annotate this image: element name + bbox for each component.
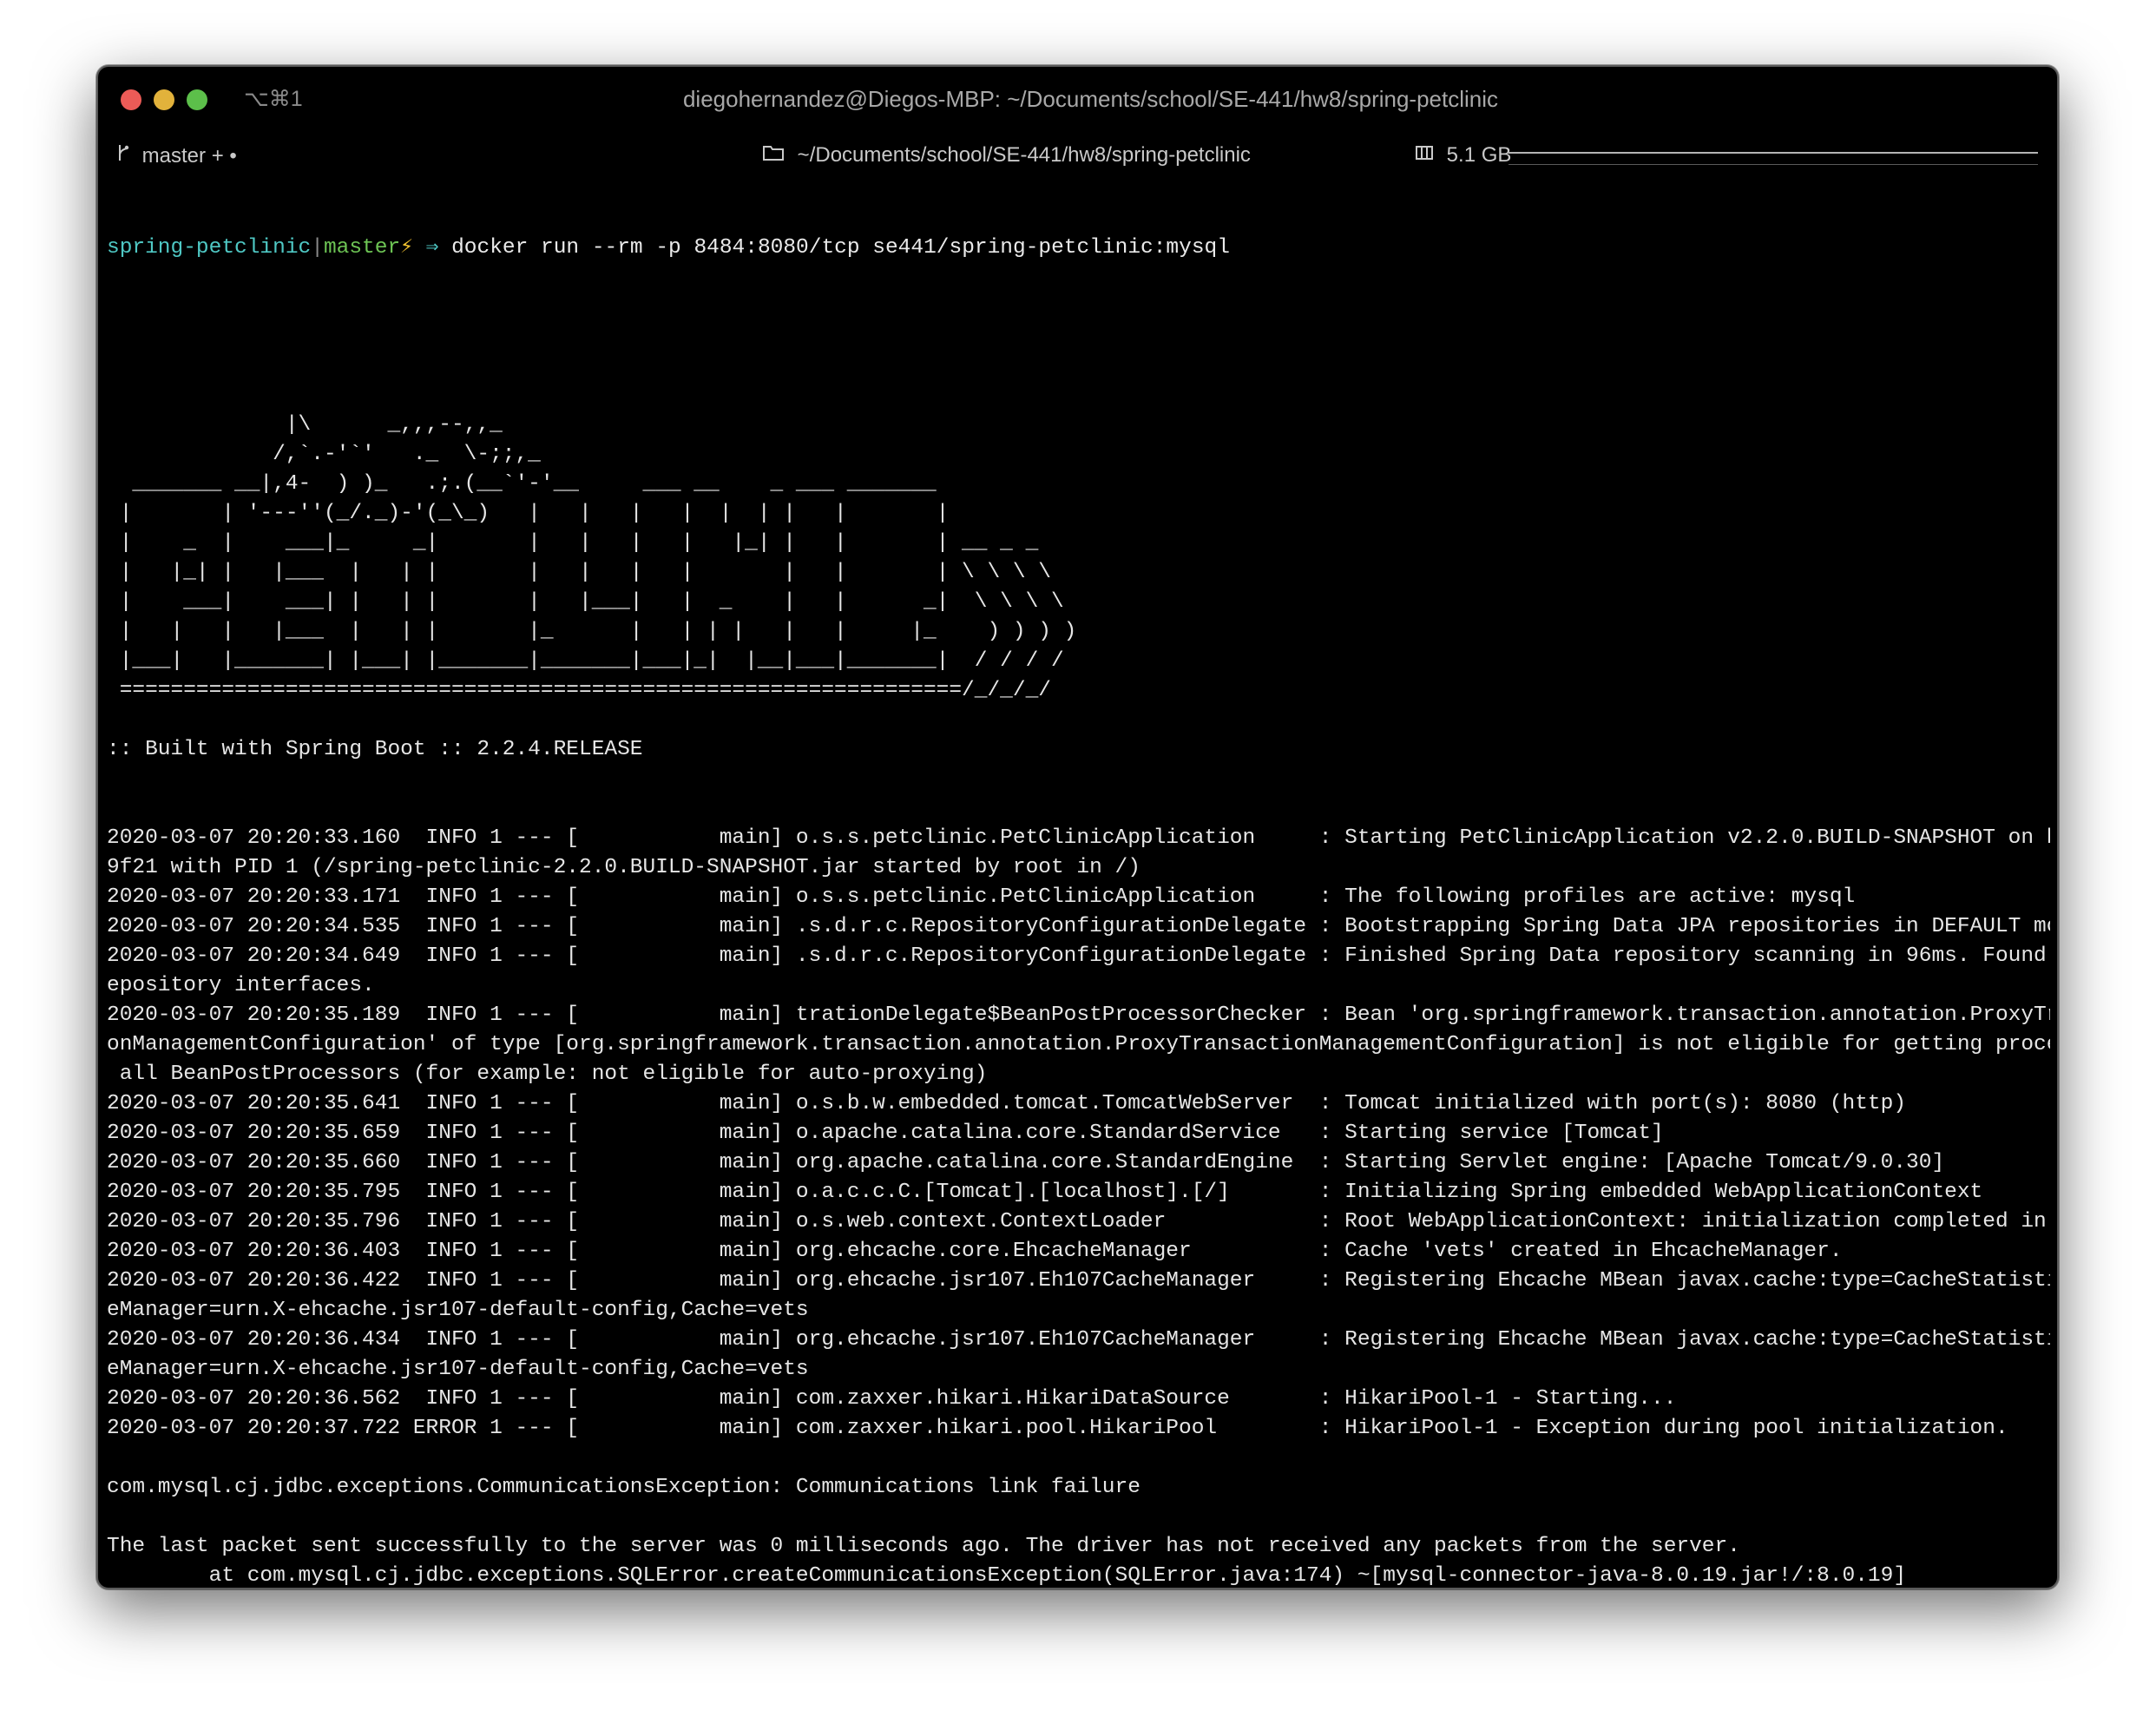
log-line: | | | |___ | | | |_ | | | | | | |_ ) ) )… [107, 620, 1077, 643]
memory-usage-graph [1509, 152, 2038, 165]
prompt-separator: | [311, 236, 324, 260]
window-title: diegohernandez@Diegos-MBP: ~/Documents/s… [682, 86, 1499, 112]
log-line: | ___| ___| | | | | |___| | _ | | _| \ \… [107, 590, 1064, 614]
folder-icon [762, 143, 791, 167]
log-line: 2020-03-07 20:20:36.434 INFO 1 --- [ mai… [107, 1328, 2050, 1352]
title-bar[interactable]: ⌥⌘1 diegohernandez@Diegos-MBP: ~/Documen… [98, 67, 2057, 136]
log-line: 2020-03-07 20:20:37.722 ERROR 1 --- [ ma… [107, 1417, 2008, 1440]
log-line: eManager=urn.X-ehcache.jsr107-default-co… [107, 1299, 809, 1322]
log-line: onManagementConfiguration' of type [org.… [107, 1033, 2050, 1056]
log-line: 2020-03-07 20:20:35.189 INFO 1 --- [ mai… [107, 1003, 2050, 1027]
prompt-branch: master [323, 236, 401, 260]
log-line: |___| |_______| |___| |_______|_______|_… [107, 649, 1064, 673]
log-line: 2020-03-07 20:20:33.171 INFO 1 --- [ mai… [107, 885, 1856, 909]
log-output: |\ _,,,--,,_ /,`.-'`' ._ \-;;,_ _______ … [107, 322, 2050, 1588]
git-branch-icon [117, 144, 135, 168]
log-line: 9f21 with PID 1 (/spring-petclinic-2.2.0… [107, 856, 1140, 879]
prompt-directory: spring-petclinic [107, 236, 312, 260]
current-directory[interactable]: ~/Documents/school/SE-441/hw8/spring-pet… [762, 143, 1251, 168]
log-line: | | '---''(_/._)-'(_\_) | | | | | | | | … [107, 502, 950, 525]
memory-icon [1415, 143, 1440, 167]
log-line: ========================================… [107, 679, 1051, 702]
log-line: 2020-03-07 20:20:36.403 INFO 1 --- [ mai… [107, 1240, 1843, 1263]
memory-usage-label: 5.1 GB [1446, 143, 1512, 167]
log-line: 2020-03-07 20:20:36.422 INFO 1 --- [ mai… [107, 1269, 2050, 1293]
log-line: 2020-03-07 20:20:36.562 INFO 1 --- [ mai… [107, 1387, 1677, 1411]
status-bar: master + • ~/Documents/school/SE-441/hw8… [98, 136, 2057, 174]
git-status[interactable]: master + • [117, 143, 237, 168]
log-line: _______ __|,4- ) )_ .;.(__`'-'__ ___ __ … [107, 472, 937, 496]
log-line: 2020-03-07 20:20:35.659 INFO 1 --- [ mai… [107, 1122, 1664, 1145]
memory-usage[interactable]: 5.1 GB [1415, 143, 1511, 168]
log-line: The last packet sent successfully to the… [107, 1535, 1740, 1558]
command-text: docker run --rm -p 8484:8080/tcp se441/s… [451, 236, 1230, 260]
log-line: |\ _,,,--,,_ [107, 413, 503, 437]
log-line: /,`.-'`' ._ \-;;,_ [107, 443, 541, 466]
log-line: | |_| | |___ | | | | | | | | | | \ \ \ \ [107, 561, 1051, 584]
log-line: 2020-03-07 20:20:33.160 INFO 1 --- [ mai… [107, 826, 2050, 850]
log-line: 2020-03-07 20:20:35.795 INFO 1 --- [ mai… [107, 1181, 1983, 1204]
log-line: :: Built with Spring Boot :: 2.2.4.RELEA… [107, 738, 643, 761]
log-line: 2020-03-07 20:20:35.660 INFO 1 --- [ mai… [107, 1151, 1945, 1174]
command-prompt-line: spring-petclinic|master⚡ ⇒ docker run --… [107, 234, 2050, 263]
log-line: at com.mysql.cj.jdbc.exceptions.SQLError… [107, 1564, 1907, 1588]
current-directory-label: ~/Documents/school/SE-441/hw8/spring-pet… [797, 143, 1251, 167]
git-branch-label: master + • [141, 144, 237, 168]
log-line: eManager=urn.X-ehcache.jsr107-default-co… [107, 1358, 809, 1381]
terminal-window[interactable]: ⌥⌘1 diegohernandez@Diegos-MBP: ~/Documen… [96, 65, 2059, 1589]
prompt-arrow: ⇒ [412, 236, 452, 260]
log-line: com.mysql.cj.jdbc.exceptions.Communicati… [107, 1476, 1140, 1499]
terminal-output[interactable]: spring-petclinic|master⚡ ⇒ docker run --… [107, 174, 2050, 1588]
log-line: 2020-03-07 20:20:35.641 INFO 1 --- [ mai… [107, 1092, 1907, 1115]
log-line: 2020-03-07 20:20:34.649 INFO 1 --- [ mai… [107, 944, 2050, 968]
log-line: 2020-03-07 20:20:34.535 INFO 1 --- [ mai… [107, 915, 2050, 938]
prompt-dirty-icon: ⚡ [400, 236, 413, 260]
log-line: all BeanPostProcessors (for example: not… [107, 1062, 988, 1086]
log-line: epository interfaces. [107, 974, 375, 997]
log-line: | _ | ___|_ _| | | | | |_| | | | __ _ _ [107, 531, 1039, 555]
log-line: 2020-03-07 20:20:35.796 INFO 1 --- [ mai… [107, 1210, 2050, 1233]
